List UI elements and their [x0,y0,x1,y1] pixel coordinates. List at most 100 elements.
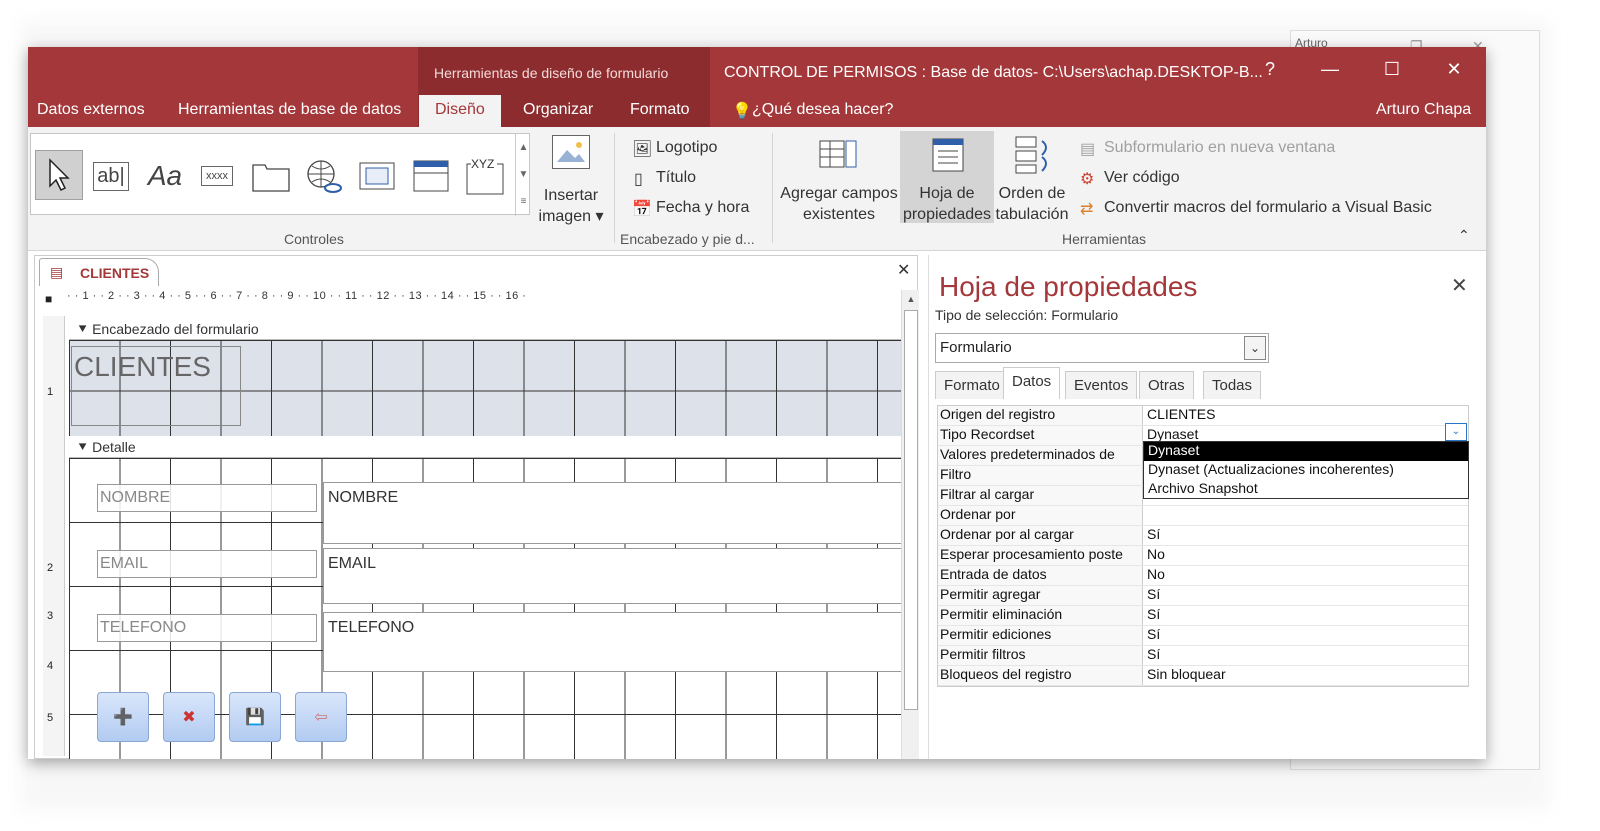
email-label[interactable]: EMAIL [97,550,317,578]
tab-formato[interactable]: Formato [630,101,690,119]
exit-door-icon: ⇦ [314,709,328,726]
scroll-thumb [904,310,918,710]
ribbon: ab| Aa xxxx XYZ ▲ ▼ ≡ Controles Insertar… [28,127,1486,251]
user-name[interactable]: Arturo Chapa [1376,101,1471,119]
tab-prop-todas[interactable]: Todas [1203,371,1262,399]
vruler-mark: 4 [47,660,54,672]
web-browser-control-icon[interactable] [355,154,399,198]
property-row[interactable]: Ordenar por al cargar Sí [938,526,1468,546]
designer-vertical-scrollbar[interactable]: ▲ [901,290,919,759]
group-label-encabezado: Encabezado y pie d... [620,231,755,247]
tab-prop-datos[interactable]: Datos [1003,367,1061,399]
controls-gallery: ab| Aa xxxx XYZ ▲ ▼ ≡ [30,133,531,216]
property-row[interactable]: Permitir eliminación Sí [938,606,1468,626]
property-sheet-icon [932,138,964,172]
gallery-scroll[interactable]: ▲ ▼ ≡ [515,134,531,216]
document-tab-clientes[interactable]: ▤ CLIENTES [39,258,159,286]
tab-control-icon[interactable] [249,154,293,198]
fecha-hora-button[interactable]: Fecha y hora [656,199,749,217]
view-code-icon: ⚙ [1080,171,1095,188]
ribbon-separator [772,133,773,243]
property-row[interactable]: Ordenar por [938,506,1468,526]
property-sheet-pane: Hoja de propiedades ✕ Tipo de selección:… [928,255,1478,759]
subform-icon: ▤ [1080,141,1096,158]
close-property-sheet-icon[interactable]: ✕ [1451,273,1468,298]
property-sheet-title: Hoja de propiedades [939,271,1198,302]
property-row[interactable]: Bloqueos del registro Sin bloquear [938,666,1468,686]
telefono-label[interactable]: TELEFONO [97,614,317,642]
header-section-grid: CLIENTES [69,340,905,436]
dropdown-option[interactable]: Dynaset [1144,442,1468,461]
ribbon-separator [614,133,615,243]
telefono-textbox[interactable]: TELEFONO [323,612,905,672]
tab-diseno[interactable]: Diseño [419,95,501,127]
tab-herramientas-base-datos[interactable]: Herramientas de base de datos [178,101,401,119]
form-designer: ▤ CLIENTES ✕ ■ · · 1 · · 2 · · 3 · · 4 ·… [34,255,919,759]
delete-record-button[interactable]: ✖ [163,692,215,742]
scroll-up-icon: ▲ [906,294,916,304]
convert-macros-button[interactable]: Convertir macros del formulario a Visual… [1104,199,1432,217]
hyperlink-globe-icon[interactable] [301,154,345,198]
tab-prop-otras[interactable]: Otras [1139,371,1194,399]
property-sheet-label: Hoja de propiedades [902,185,992,223]
logotipo-icon: 🖼 [632,141,653,158]
nombre-textbox[interactable]: NOMBRE [323,482,905,544]
ruler-corner-icon[interactable]: ■ [45,292,52,306]
vruler-mark: 1 [47,386,54,398]
horizontal-ruler: · · 1 · · 2 · · 3 · · 4 · · 5 · · 6 · · … [67,290,527,302]
logotipo-button[interactable]: Logotipo [656,139,717,157]
vertical-ruler: 1 2 3 4 5 [43,316,65,756]
property-row[interactable]: Permitir filtros Sí [938,646,1468,666]
recordset-dropdown-list: Dynaset Dynaset (Actualizaciones incoher… [1143,441,1469,499]
gallery-more-icon: ≡ [520,196,527,207]
detail-section-grid: NOMBRE NOMBRE EMAIL EMAIL TELEFONO TELEF… [69,458,905,759]
property-row[interactable]: Origen del registro CLIENTES [938,406,1468,426]
tab-prop-eventos[interactable]: Eventos [1065,371,1138,399]
property-row[interactable]: Esperar procesamiento poste No [938,546,1468,566]
tab-organizar[interactable]: Organizar [523,101,593,119]
tab-order-icon [1015,136,1047,174]
select-pointer-icon[interactable] [35,150,83,200]
dropdown-option[interactable]: Dynaset (Actualizaciones incoherentes) [1144,461,1468,480]
tab-prop-formato[interactable]: Formato [935,371,1009,399]
gallery-down-icon: ▼ [518,169,529,180]
property-row[interactable]: Permitir ediciones Sí [938,626,1468,646]
minimize-button[interactable]: — [1310,59,1350,80]
close-form-button[interactable]: ⇦ [295,692,347,742]
titulo-button[interactable]: Título [656,169,696,187]
nombre-label[interactable]: NOMBRE [97,484,317,512]
label-control-icon[interactable]: Aa [143,154,187,198]
dropdown-option[interactable]: Archivo Snapshot [1144,480,1468,499]
email-textbox[interactable]: EMAIL [323,548,905,604]
maximize-button[interactable]: ☐ [1372,59,1412,80]
close-document-icon[interactable]: ✕ [897,260,910,280]
save-record-button[interactable]: 💾 [229,692,281,742]
navigation-control-icon[interactable] [409,154,453,198]
object-selector-combo[interactable]: Formulario ⌄ [935,333,1269,363]
close-button[interactable]: ✕ [1434,59,1474,80]
section-header-bar[interactable]: ⯆ Encabezado del formulario [69,318,905,340]
title-bar: Herramientas de diseño de formulario CON… [28,47,1486,127]
xyz-glyph: XYZ [471,157,494,171]
help-button[interactable]: ? [1250,59,1290,80]
tab-datos-externos[interactable]: Datos externos [37,101,145,119]
option-group-icon[interactable]: XYZ [463,154,507,198]
group-label-controles: Controles [284,231,344,247]
subform-new-window-button[interactable]: Subformulario en nueva ventana [1104,139,1335,157]
textbox-control-icon[interactable]: ab| [89,154,133,198]
vruler-mark: 2 [47,562,54,574]
section-detail-bar[interactable]: ⯆ Detalle [69,436,905,458]
button-control-icon[interactable]: xxxx [195,154,239,198]
view-code-button[interactable]: Ver código [1104,169,1180,187]
property-row[interactable]: Permitir agregar Sí [938,586,1468,606]
form-title-label[interactable]: CLIENTES [71,346,241,426]
add-record-button[interactable]: ➕ [97,692,149,742]
selection-type-label: Tipo de selección: Formulario [935,307,1119,323]
property-row[interactable]: Entrada de datos No [938,566,1468,586]
collapse-ribbon-icon[interactable]: ⌃ [1458,227,1470,244]
recordset-dropdown-arrow-icon[interactable]: ⌄ [1445,423,1467,441]
tell-me-search[interactable]: ¿Qué desea hacer? [752,101,893,119]
section-arrow-icon: ⯆ [77,321,93,337]
chevron-down-icon[interactable]: ⌄ [1244,336,1266,360]
add-record-icon: ➕ [113,709,133,726]
